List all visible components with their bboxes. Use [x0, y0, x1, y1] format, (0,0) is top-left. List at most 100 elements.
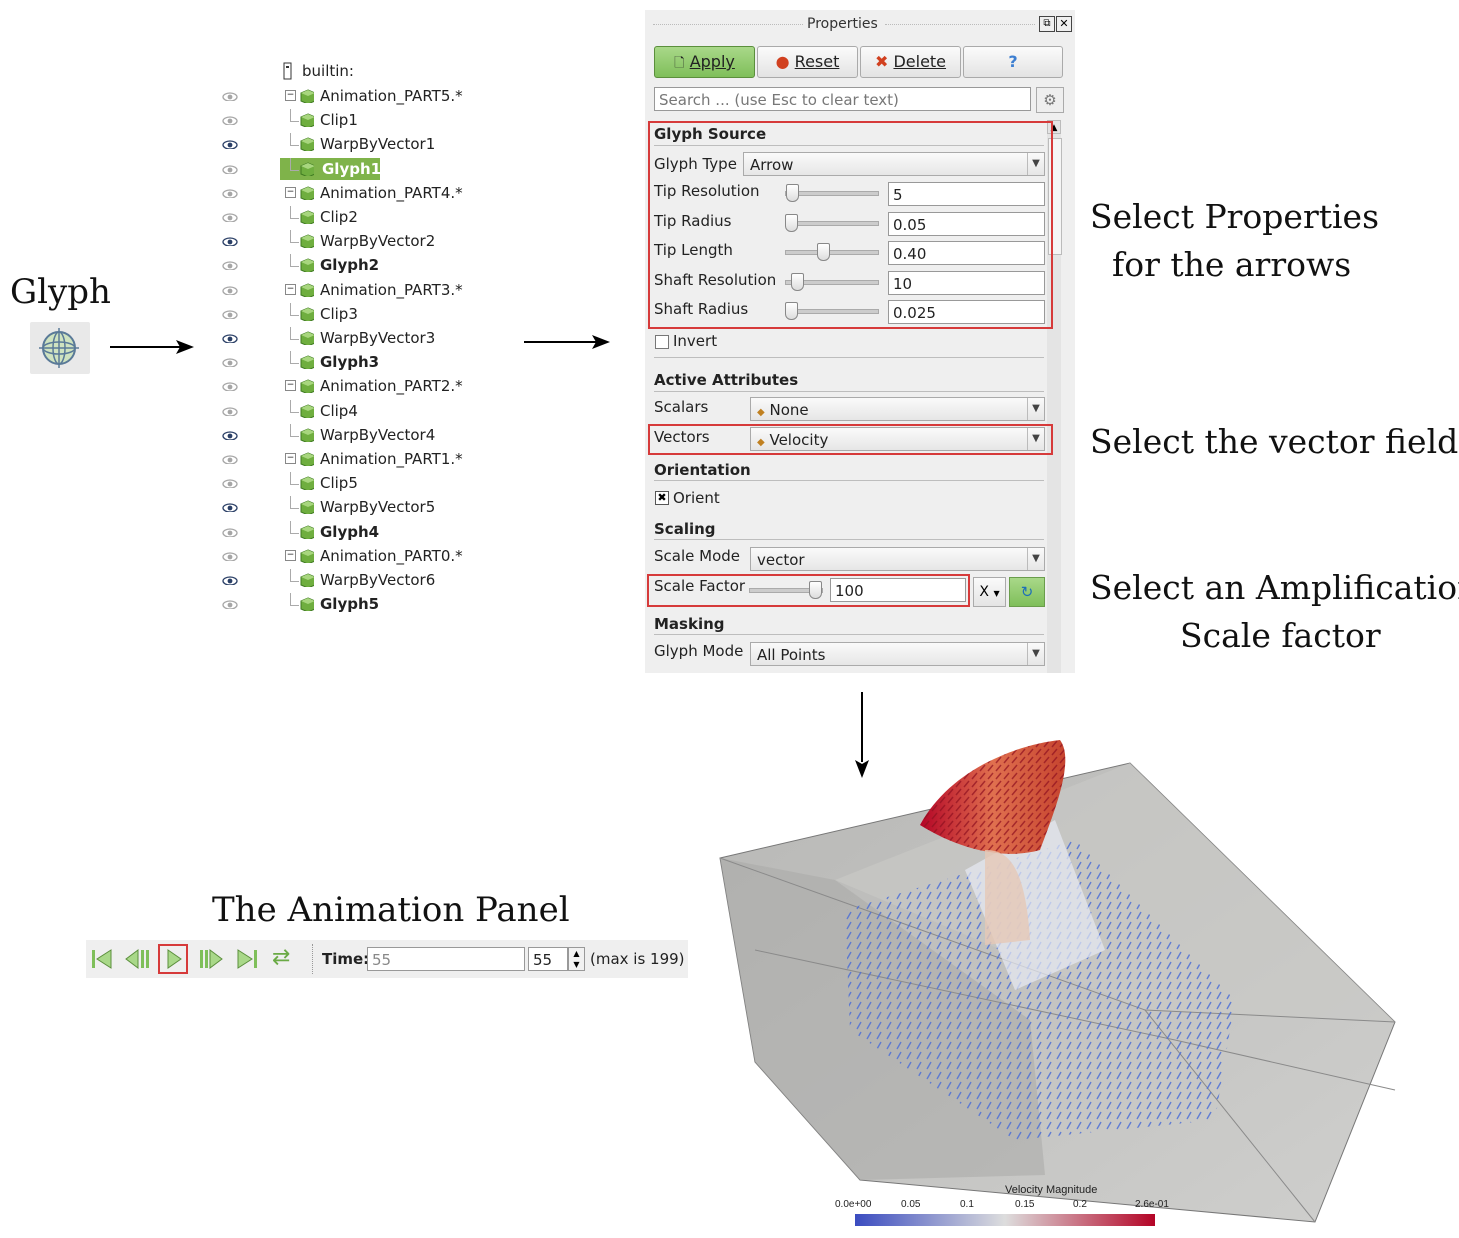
visibility-eye-icon[interactable] — [222, 357, 238, 367]
last-frame-icon[interactable] — [234, 948, 260, 970]
pipeline-item[interactable]: − Animation_PART2.* — [222, 375, 500, 397]
visibility-eye-icon[interactable] — [222, 309, 238, 319]
collapse-icon[interactable]: − — [285, 550, 296, 561]
glyph-mode-select[interactable]: All Points ▼ — [750, 642, 1045, 666]
pipeline-item[interactable]: WarpByVector4 — [222, 424, 500, 446]
visibility-eye-icon[interactable] — [222, 139, 238, 149]
pipeline-item[interactable]: WarpByVector6 — [222, 569, 500, 591]
loop-icon[interactable]: ⇄ — [272, 945, 290, 970]
close-panel-icon[interactable]: ✕ — [1056, 16, 1072, 32]
timestep-input[interactable]: 55 — [528, 947, 568, 971]
visibility-eye-icon[interactable] — [222, 236, 238, 246]
visibility-eye-icon[interactable] — [222, 430, 238, 440]
visibility-eye-icon[interactable] — [222, 285, 238, 295]
pipeline-item[interactable]: − Animation_PART0.* — [222, 545, 500, 567]
pipeline-item-label: Glyph5 — [320, 595, 380, 613]
collapse-icon[interactable]: − — [285, 380, 296, 391]
pipeline-item[interactable]: Clip2 — [222, 206, 500, 228]
collapse-icon[interactable]: − — [285, 187, 296, 198]
glyph-filter-icon[interactable] — [30, 322, 90, 374]
dataset-cube-icon — [300, 597, 314, 611]
pipeline-item[interactable]: Clip3 — [222, 303, 500, 325]
orient-checkbox[interactable]: ✖ — [655, 491, 669, 505]
properties-title: Properties — [807, 16, 878, 32]
pipeline-item[interactable]: WarpByVector3 — [222, 327, 500, 349]
note-vector-field: Select the vector field — [1090, 422, 1459, 461]
scalars-select[interactable]: ◆ None ▼ — [750, 397, 1045, 421]
previous-frame-icon[interactable] — [124, 948, 150, 970]
visibility-eye-icon[interactable] — [222, 115, 238, 125]
reset-icon: ● — [775, 52, 790, 71]
reset-scale-refresh-icon[interactable]: ↻ — [1009, 577, 1045, 607]
pipeline-item[interactable]: Clip5 — [222, 472, 500, 494]
scale-factor-highlight — [647, 574, 970, 607]
visibility-eye-icon[interactable] — [222, 575, 238, 585]
visibility-eye-icon[interactable] — [222, 260, 238, 270]
dataset-cube-icon — [300, 500, 314, 514]
pipeline-item[interactable]: Glyph4 — [222, 521, 500, 543]
pipeline-item[interactable]: Clip1 — [222, 109, 500, 131]
collapse-icon[interactable]: − — [285, 284, 296, 295]
glyph-mode-label: Glyph Mode — [654, 642, 744, 660]
pipeline-item[interactable]: WarpByVector5 — [222, 496, 500, 518]
visibility-eye-icon[interactable] — [222, 502, 238, 512]
delete-button[interactable]: ✖ Delete — [860, 46, 961, 78]
play-button[interactable] — [158, 944, 188, 974]
pipeline-item[interactable]: − Animation_PART4.* — [222, 182, 500, 204]
time-label: Time: — [322, 950, 370, 968]
advanced-settings-gear-icon[interactable]: ⚙ — [1036, 87, 1064, 113]
pipeline-item[interactable]: WarpByVector2 — [222, 230, 500, 252]
pipeline-item[interactable]: Glyph1 — [222, 158, 500, 180]
colorbar-tick-1: 0.05 — [901, 1199, 921, 1210]
visibility-eye-icon[interactable] — [222, 188, 238, 198]
invert-checkbox[interactable] — [655, 335, 669, 349]
pipeline-item-label: Animation_PART0.* — [320, 547, 463, 565]
pipeline-root[interactable]: builtin: — [302, 60, 354, 82]
visibility-eye-icon[interactable] — [222, 551, 238, 561]
scale-mode-label: Scale Mode — [654, 547, 740, 565]
visibility-eye-icon[interactable] — [222, 406, 238, 416]
pipeline-item[interactable]: Glyph2 — [222, 254, 500, 276]
dataset-cube-icon — [300, 186, 314, 200]
first-frame-icon[interactable] — [90, 948, 114, 970]
visibility-eye-icon[interactable] — [222, 527, 238, 537]
time-input[interactable]: 55 — [367, 947, 525, 971]
pipeline-item-label: Animation_PART4.* — [320, 184, 463, 202]
active-attributes-heading: Active Attributes — [654, 371, 799, 389]
float-panel-icon[interactable]: ⧉ — [1039, 16, 1055, 32]
pipeline-item[interactable]: Glyph3 — [222, 351, 500, 373]
search-input[interactable]: Search ... (use Esc to clear text) — [654, 87, 1031, 111]
help-button[interactable]: ? — [963, 46, 1063, 78]
max-time-label: (max is 199) — [590, 950, 685, 968]
pipeline-item[interactable]: − Animation_PART3.* — [222, 279, 500, 301]
pipeline-item-label: WarpByVector3 — [320, 329, 436, 347]
visibility-eye-icon[interactable] — [222, 91, 238, 101]
dataset-cube-icon — [300, 428, 314, 442]
glyph-label: Glyph — [10, 272, 111, 312]
dataset-cube-icon — [300, 404, 314, 418]
timestep-spinner[interactable]: ▲ ▼ — [568, 947, 585, 971]
visibility-eye-icon[interactable] — [222, 212, 238, 222]
visibility-eye-icon[interactable] — [222, 478, 238, 488]
pipeline-item[interactable]: − Animation_PART1.* — [222, 448, 500, 470]
visibility-eye-icon[interactable] — [222, 381, 238, 391]
apply-button[interactable]: 🗋 Apply — [654, 46, 755, 78]
visibility-eye-icon[interactable] — [222, 164, 238, 174]
masking-heading: Masking — [654, 615, 725, 633]
pipeline-item[interactable]: Glyph5 — [222, 593, 500, 615]
pipeline-item[interactable]: − Animation_PART5.* — [222, 85, 500, 107]
scale-mode-select[interactable]: vector ▼ — [750, 547, 1045, 571]
pipeline-item[interactable]: WarpByVector1 — [222, 133, 500, 155]
scale-axis-dropdown[interactable]: X ▼ — [973, 577, 1006, 607]
next-frame-icon[interactable] — [198, 948, 224, 970]
visibility-eye-icon[interactable] — [222, 333, 238, 343]
dataset-cube-icon — [300, 234, 314, 248]
reset-button[interactable]: ● Reset — [757, 46, 858, 78]
dataset-cube-icon — [300, 476, 314, 490]
collapse-icon[interactable]: − — [285, 453, 296, 464]
pipeline-item[interactable]: Clip4 — [222, 400, 500, 422]
collapse-icon[interactable]: − — [285, 90, 296, 101]
visibility-eye-icon[interactable] — [222, 454, 238, 464]
render-view[interactable]: Velocity Magnitude 0.0e+00 0.05 0.1 0.15… — [715, 700, 1415, 1230]
visibility-eye-icon[interactable] — [222, 599, 238, 609]
